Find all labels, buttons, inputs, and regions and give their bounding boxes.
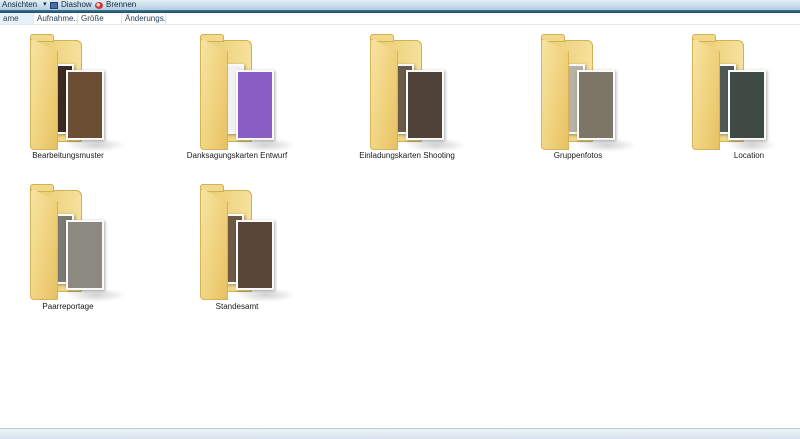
folder-item[interactable] (650, 18, 800, 168)
folder-thumbnail (66, 70, 104, 140)
folder-icon (692, 38, 720, 150)
folder-shadow (577, 138, 637, 152)
folder-item[interactable] (340, 18, 490, 168)
folder-thumbnail (236, 220, 274, 290)
folder-shadow (406, 138, 466, 152)
folder-icon (541, 38, 569, 150)
views-label: Ansichten (2, 0, 38, 9)
folder-shadow (66, 288, 126, 302)
folder-item[interactable] (511, 18, 661, 168)
folder-item[interactable] (170, 168, 320, 318)
folder-item[interactable] (170, 18, 320, 168)
folder-shadow (728, 138, 776, 152)
folder-thumbnail (577, 70, 615, 140)
slideshow-label: Diashow (61, 0, 92, 9)
folder-icon (30, 38, 58, 150)
folder-item[interactable] (0, 18, 150, 168)
folder-label[interactable]: Standesamt (152, 302, 322, 311)
burn-button[interactable]: Brennen (95, 0, 136, 10)
folder-thumbnail (406, 70, 444, 140)
folder-icon (370, 38, 398, 150)
slideshow-button[interactable]: Diashow (50, 0, 92, 10)
folder-icon (200, 38, 228, 150)
chevron-down-icon: ▾ (43, 1, 47, 8)
status-bar (0, 428, 800, 439)
folder-thumbnail (728, 70, 766, 140)
folder-label[interactable]: Gruppenfotos (493, 151, 663, 160)
folder-item[interactable] (0, 168, 150, 318)
folder-icon (30, 188, 58, 300)
folder-label[interactable]: Paarreportage (0, 302, 153, 311)
folder-shadow (236, 288, 296, 302)
folder-icon (200, 188, 228, 300)
views-menu[interactable]: Ansichten ▾ (2, 0, 47, 10)
folder-shadow (66, 138, 126, 152)
folder-thumbnail (236, 70, 274, 140)
burn-disc-icon (95, 1, 103, 9)
folder-label[interactable]: Location (664, 151, 800, 160)
burn-label: Brennen (106, 0, 137, 9)
slideshow-icon (50, 1, 58, 9)
folder-shadow (236, 138, 296, 152)
folder-label[interactable]: Danksagungskarten Entwurf (152, 151, 322, 160)
folder-label[interactable]: Einladungskarten Shooting (322, 151, 492, 160)
folder-thumbnail (66, 220, 104, 290)
folder-label[interactable]: Bearbeitungsmuster (0, 151, 153, 160)
